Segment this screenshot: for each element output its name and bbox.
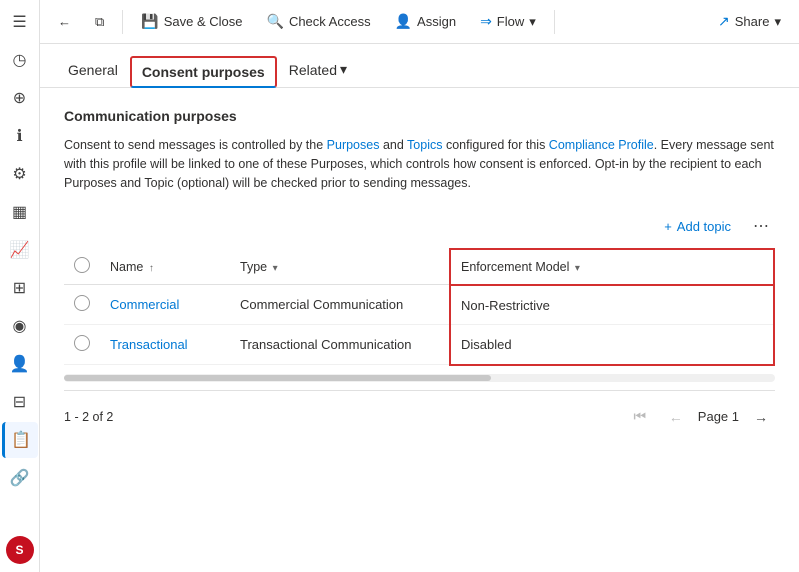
sidebar-item-people[interactable]: 👤 bbox=[2, 346, 38, 382]
avatar[interactable]: S bbox=[6, 536, 34, 564]
save-close-label: Save & Close bbox=[164, 14, 243, 29]
type-sort-icon[interactable]: ▾ bbox=[273, 263, 278, 274]
row-1-name[interactable]: Commercial bbox=[100, 285, 230, 325]
topics-link[interactable]: Topics bbox=[407, 138, 442, 152]
check-access-label: Check Access bbox=[289, 14, 371, 29]
sidebar-item-menu[interactable]: ☰ bbox=[2, 4, 38, 40]
row-1-type: Commercial Communication bbox=[230, 285, 450, 325]
save-icon: 💾 bbox=[141, 13, 158, 30]
scroll-thumb bbox=[64, 375, 491, 381]
page-label: Page 1 bbox=[698, 409, 739, 424]
check-access-button[interactable]: 🔍 Check Access bbox=[257, 8, 381, 35]
assign-label: Assign bbox=[417, 14, 456, 29]
horizontal-scrollbar[interactable] bbox=[64, 374, 775, 382]
flow-dropdown-icon: ▾ bbox=[529, 14, 536, 30]
tab-related[interactable]: Related ▾ bbox=[277, 53, 359, 88]
flow-icon: ⇒ bbox=[480, 13, 492, 30]
toolbar-separator-2 bbox=[554, 10, 555, 34]
share-icon: ↗ bbox=[718, 13, 730, 30]
sidebar-item-clipboard[interactable]: ▦ bbox=[2, 194, 38, 230]
sidebar-item-chart[interactable]: 📈 bbox=[2, 232, 38, 268]
toolbar-separator-1 bbox=[122, 10, 123, 34]
col-header-checkbox bbox=[64, 249, 100, 285]
section-title: Communication purposes bbox=[64, 108, 775, 124]
tab-general[interactable]: General bbox=[56, 54, 130, 88]
table-row: Commercial Commercial Communication Non-… bbox=[64, 285, 774, 325]
next-page-icon: → bbox=[754, 409, 768, 425]
sidebar-item-pin[interactable]: ⊕ bbox=[2, 80, 38, 116]
more-options-icon: ⋯ bbox=[753, 216, 769, 236]
share-button[interactable]: ↗ Share ▾ bbox=[708, 8, 791, 35]
enforcement-sort-icon[interactable]: ▾ bbox=[575, 263, 580, 274]
save-close-button[interactable]: 💾 Save & Close bbox=[131, 8, 252, 35]
assign-icon: 👤 bbox=[395, 13, 412, 30]
sidebar-item-link[interactable]: 🔗 bbox=[2, 460, 38, 496]
flow-button[interactable]: ⇒ Flow ▾ bbox=[470, 8, 546, 35]
back-icon: ← bbox=[58, 14, 71, 29]
col-header-name: Name ↑ bbox=[100, 249, 230, 285]
restore-icon: ⧉ bbox=[95, 14, 104, 30]
check-access-icon: 🔍 bbox=[267, 13, 284, 30]
sidebar-item-recent[interactable]: ◷ bbox=[2, 42, 38, 78]
sidebar-item-info[interactable]: ℹ bbox=[2, 118, 38, 154]
tab-consent-purposes[interactable]: Consent purposes bbox=[130, 56, 277, 88]
row-2-enforcement: Disabled bbox=[450, 325, 774, 365]
assign-button[interactable]: 👤 Assign bbox=[385, 8, 466, 35]
sidebar-item-grid[interactable]: ⊞ bbox=[2, 270, 38, 306]
prev-page-button[interactable]: ← bbox=[662, 403, 690, 431]
main-panel: ← ⧉ 💾 Save & Close 🔍 Check Access 👤 Assi… bbox=[40, 0, 799, 572]
add-topic-label: Add topic bbox=[677, 219, 731, 234]
first-page-button[interactable]: ⏮ bbox=[626, 403, 654, 431]
name-sort-icon[interactable]: ↑ bbox=[149, 263, 154, 274]
sidebar-item-list[interactable]: ⊟ bbox=[2, 384, 38, 420]
row-1-checkbox-cell bbox=[64, 285, 100, 325]
share-dropdown-icon: ▾ bbox=[774, 14, 781, 30]
description: Consent to send messages is controlled b… bbox=[64, 136, 775, 192]
data-table: Name ↑ Type ▾ Enforcement Model ▾ bbox=[64, 248, 775, 366]
content-area: Communication purposes Consent to send m… bbox=[40, 88, 799, 572]
sidebar-item-settings[interactable]: ⚙ bbox=[2, 156, 38, 192]
add-topic-plus-icon: + bbox=[664, 219, 672, 234]
row-2-name[interactable]: Transactional bbox=[100, 325, 230, 365]
flow-label: Flow bbox=[497, 14, 524, 29]
toolbar: ← ⧉ 💾 Save & Close 🔍 Check Access 👤 Assi… bbox=[40, 0, 799, 44]
header-checkbox[interactable] bbox=[74, 257, 90, 273]
row-1-enforcement: Non-Restrictive bbox=[450, 285, 774, 325]
row-2-type: Transactional Communication bbox=[230, 325, 450, 365]
share-label: Share bbox=[735, 14, 770, 29]
table-row: Transactional Transactional Communicatio… bbox=[64, 325, 774, 365]
tabs: General Consent purposes Related ▾ bbox=[40, 44, 799, 88]
first-page-icon: ⏮ bbox=[633, 408, 646, 425]
more-options-button[interactable]: ⋯ bbox=[747, 212, 775, 240]
add-topic-button[interactable]: + Add topic bbox=[656, 215, 739, 238]
purposes-link[interactable]: Purposes bbox=[327, 138, 380, 152]
table-controls: + Add topic ⋯ bbox=[64, 212, 775, 240]
sidebar-item-record[interactable]: ◉ bbox=[2, 308, 38, 344]
row-2-checkbox[interactable] bbox=[74, 335, 90, 351]
row-1-checkbox[interactable] bbox=[74, 295, 90, 311]
sidebar-item-notes[interactable]: 📋 bbox=[2, 422, 38, 458]
back-button[interactable]: ← bbox=[48, 9, 81, 34]
restore-button[interactable]: ⧉ bbox=[85, 9, 114, 35]
pagination: 1 - 2 of 2 ⏮ ← Page 1 → bbox=[64, 390, 775, 435]
page-navigation: ⏮ ← Page 1 → bbox=[626, 403, 775, 431]
compliance-profile-link[interactable]: Compliance Profile bbox=[549, 138, 654, 152]
next-page-button[interactable]: → bbox=[747, 403, 775, 431]
col-header-type: Type ▾ bbox=[230, 249, 450, 285]
prev-page-icon: ← bbox=[669, 409, 683, 425]
col-header-enforcement: Enforcement Model ▾ bbox=[450, 249, 774, 285]
row-2-checkbox-cell bbox=[64, 325, 100, 365]
page-range: 1 - 2 of 2 bbox=[64, 410, 113, 424]
related-dropdown-icon: ▾ bbox=[340, 61, 347, 78]
sidebar: ☰ ◷ ⊕ ℹ ⚙ ▦ 📈 ⊞ ◉ 👤 ⊟ 📋 🔗 S bbox=[0, 0, 40, 572]
